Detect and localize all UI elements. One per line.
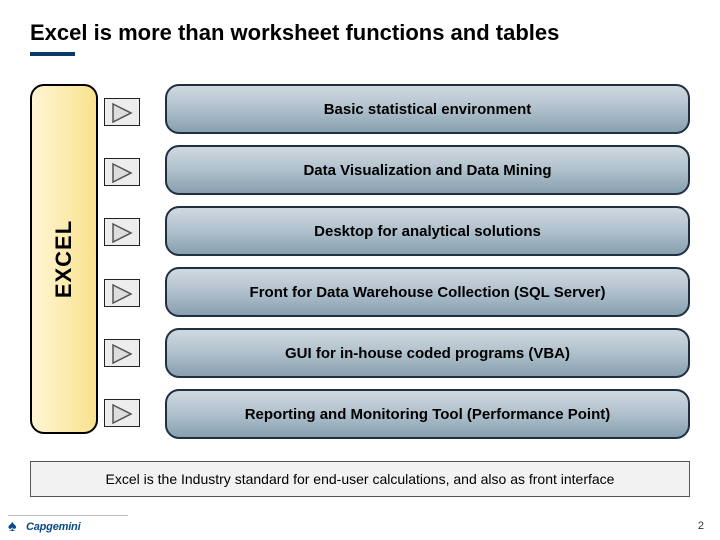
slide-title: Excel is more than worksheet functions a… xyxy=(30,20,690,46)
spade-icon: ♠ xyxy=(8,520,22,534)
logo-divider xyxy=(8,515,128,516)
arrow-icon xyxy=(104,98,140,126)
items-column: Basic statistical environment Data Visua… xyxy=(165,84,690,439)
page-number: 2 xyxy=(698,520,704,532)
arrow-icon xyxy=(104,279,140,307)
logo-text: Capgemini xyxy=(26,521,80,533)
capability-item: Reporting and Monitoring Tool (Performan… xyxy=(165,389,690,439)
excel-label: EXCEL xyxy=(51,220,77,298)
main-content-row: EXCEL Basic statistical environmen xyxy=(30,86,690,439)
capability-item: Desktop for analytical solutions xyxy=(165,206,690,256)
slide: Excel is more than worksheet functions a… xyxy=(0,0,720,540)
brand-logo: ♠ Capgemini xyxy=(8,520,80,534)
title-underline xyxy=(30,52,75,56)
arrow-icon xyxy=(104,339,140,367)
capability-item: GUI for in-house coded programs (VBA) xyxy=(165,328,690,378)
capability-item: Data Visualization and Data Mining xyxy=(165,145,690,195)
capability-item: Basic statistical environment xyxy=(165,84,690,134)
capability-item: Front for Data Warehouse Collection (SQL… xyxy=(165,267,690,317)
arrow-icon xyxy=(104,399,140,427)
arrow-icon xyxy=(104,218,140,246)
arrow-icon xyxy=(104,158,140,186)
arrows-column xyxy=(104,86,159,439)
excel-source-box: EXCEL xyxy=(30,84,98,434)
footer-callout: Excel is the Industry standard for end-u… xyxy=(30,461,690,497)
